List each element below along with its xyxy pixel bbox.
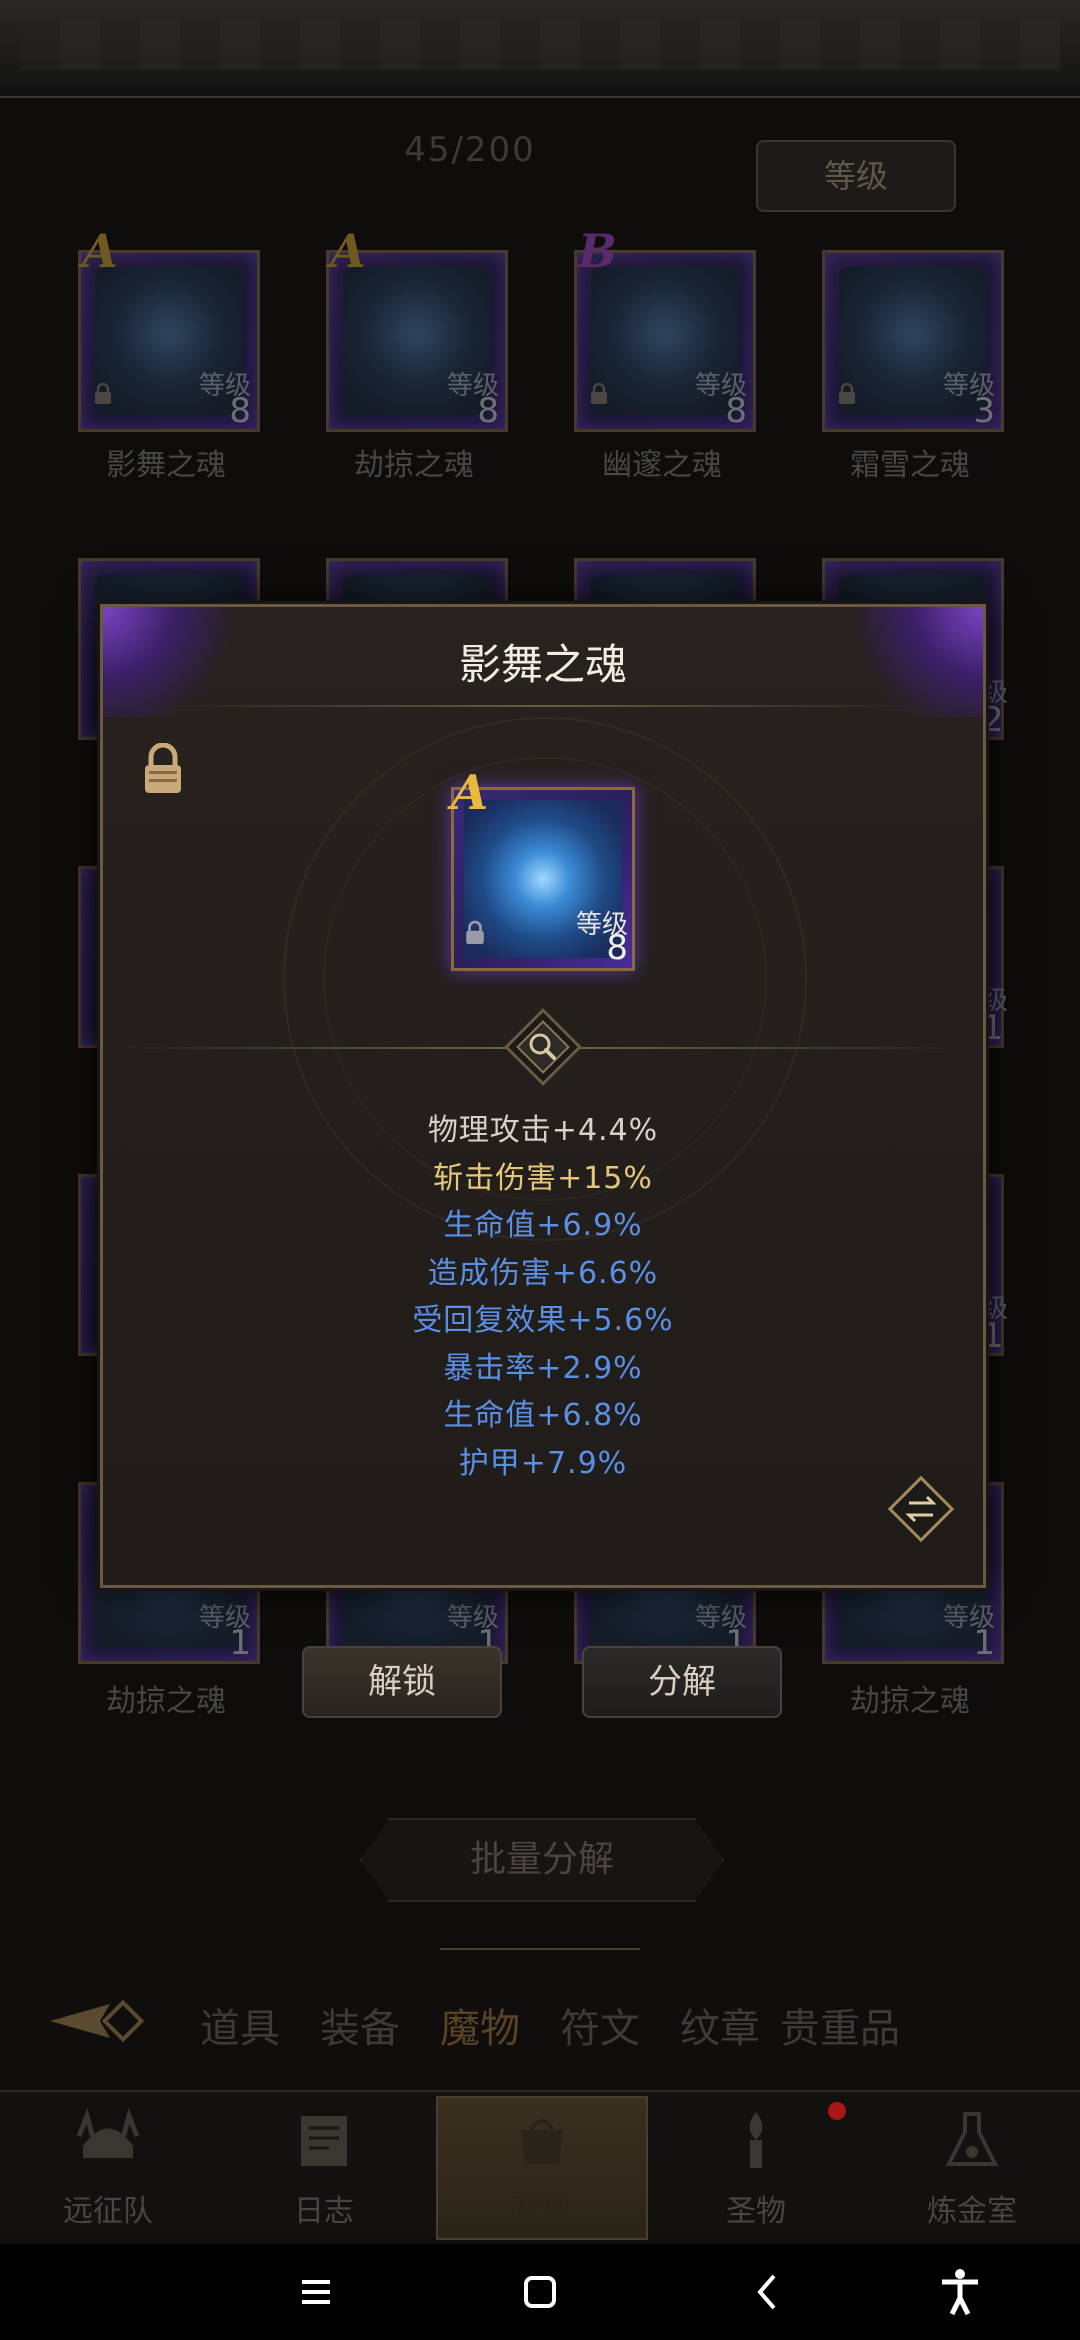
- level-value: 1: [229, 1623, 251, 1663]
- tab-items[interactable]: 道具: [200, 1996, 280, 2054]
- level-value: 1: [973, 1623, 995, 1663]
- accessibility-icon[interactable]: [930, 2262, 990, 2322]
- stat-line: 生命值+6.8%: [443, 1398, 643, 1433]
- level-value: 8: [606, 928, 628, 968]
- tab-runes[interactable]: 符文: [560, 1996, 640, 2054]
- sort-by-level-button[interactable]: 等级: [756, 140, 956, 212]
- nav-label: 日志: [294, 2194, 354, 2229]
- helmet-icon: [76, 2108, 140, 2158]
- stat-line: 造成伤害+6.6%: [427, 1255, 659, 1291]
- stat-line: 暴击率+2.9%: [443, 1350, 643, 1386]
- level-value: 3: [973, 391, 995, 431]
- lock-icon: [591, 383, 607, 404]
- tab-equipment[interactable]: 装备: [320, 1996, 400, 2054]
- home-icon[interactable]: [510, 2262, 570, 2322]
- recent-apps-icon[interactable]: [286, 2262, 346, 2322]
- item-name: 霜雪之魂: [850, 448, 970, 483]
- top-header-bar: [0, 0, 1080, 98]
- level-value: 8: [229, 391, 251, 431]
- stat-line: 生命值+6.9%: [443, 1208, 643, 1243]
- nav-label: 圣物: [726, 2194, 786, 2229]
- title-divider: [163, 705, 923, 707]
- tab-valuables[interactable]: 贵重品: [780, 1996, 900, 2054]
- item-name: 幽邃之魂: [602, 448, 722, 483]
- grade-badge: A: [82, 224, 118, 278]
- stat-list: 物理攻击+4.4% 斩击伤害+15% 生命值+6.9% 造成伤害+6.6% 受回…: [103, 1107, 983, 1487]
- item-name: 劫掠之魂: [106, 1684, 226, 1719]
- grade-badge: A: [330, 224, 366, 278]
- nav-label: 背包: [512, 2192, 572, 2227]
- item-card[interactable]: 等级 3: [822, 250, 1004, 432]
- item-name: 劫掠之魂: [354, 448, 474, 483]
- item-detail-dialog: 影舞之魂 等级 8 A 物理攻击+4.4% 斩击伤害+15% 生命值+6.9% …: [100, 604, 986, 1588]
- nav-label: 炼金室: [927, 2194, 1017, 2229]
- nav-journal[interactable]: 日志: [224, 2100, 424, 2236]
- nav-bag[interactable]: 背包: [436, 2096, 648, 2240]
- nav-label: 远征队: [63, 2194, 153, 2229]
- alchemy-icon: [945, 2112, 999, 2166]
- scroll-icon: [301, 2116, 347, 2166]
- lock-icon: [95, 383, 111, 404]
- level-value: 8: [477, 391, 499, 431]
- batch-dismantle-button[interactable]: 批量分解: [360, 1818, 724, 1902]
- inventory-capacity: 45/200: [404, 130, 536, 170]
- lock-icon: [466, 920, 484, 944]
- torch-icon: [749, 2112, 763, 2168]
- unlock-button[interactable]: 解锁: [302, 1646, 502, 1718]
- tab-monsters[interactable]: 魔物: [440, 1996, 520, 2054]
- tab-divider: [440, 1948, 640, 1950]
- stat-line: 护甲+7.9%: [458, 1445, 628, 1481]
- stat-line: 受回复效果+5.6%: [412, 1303, 674, 1338]
- swap-arrows-icon[interactable]: [885, 1473, 957, 1545]
- stat-line: 斩击伤害+15%: [433, 1160, 653, 1196]
- nav-expedition[interactable]: 远征队: [8, 2100, 208, 2236]
- dismantle-button[interactable]: 分解: [582, 1646, 782, 1718]
- lock-toggle-icon[interactable]: [141, 743, 185, 795]
- nav-alchemy[interactable]: 炼金室: [872, 2100, 1072, 2236]
- tab-emblems[interactable]: 纹章: [680, 1996, 760, 2054]
- grade-badge: A: [451, 765, 489, 821]
- back-icon[interactable]: [738, 2262, 798, 2322]
- dialog-title: 影舞之魂: [458, 640, 627, 689]
- level-value: 8: [725, 391, 747, 431]
- nav-relics[interactable]: 圣物: [656, 2100, 856, 2236]
- bag-icon: [521, 2119, 563, 2164]
- back-arrow-icon[interactable]: [40, 1986, 170, 2056]
- item-name: 劫掠之魂: [850, 1684, 970, 1719]
- magnifier-icon[interactable]: [503, 1007, 583, 1087]
- stat-line: 物理攻击+4.4%: [427, 1113, 659, 1148]
- notification-dot: [828, 2102, 846, 2120]
- item-name: 影舞之魂: [106, 448, 226, 483]
- lock-icon: [839, 383, 855, 404]
- grade-badge: B: [578, 224, 617, 278]
